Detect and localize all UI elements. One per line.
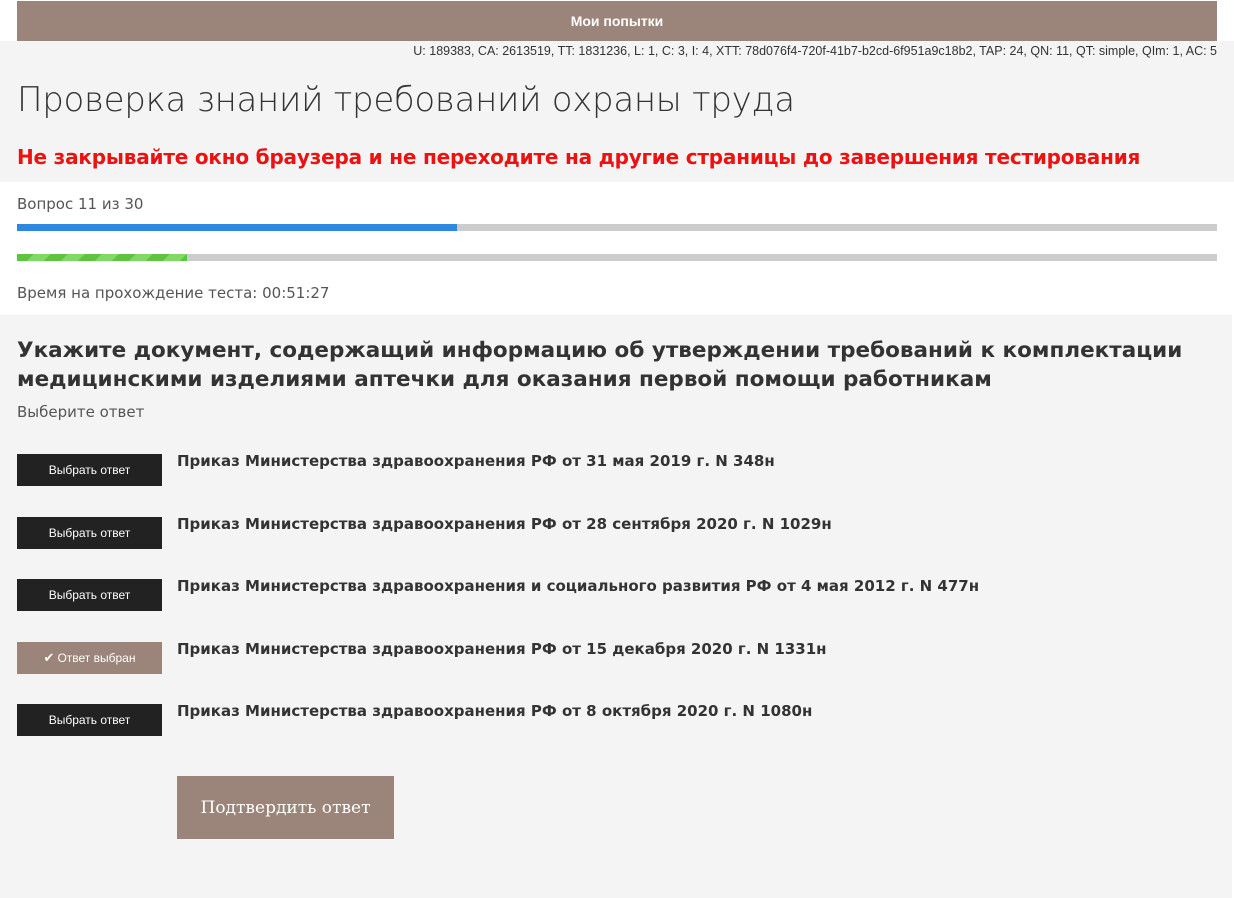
answer-button-label: Выбрать ответ — [48, 526, 131, 540]
answer-button-label: Выбрать ответ — [48, 713, 131, 727]
answer-text: Приказ Министерства здравоохранения РФ о… — [177, 702, 813, 720]
confirm-answer-button[interactable]: Подтвердить ответ — [177, 776, 394, 839]
answer-option: Выбрать ответ Приказ Министерства здраво… — [17, 577, 979, 611]
select-answer-button[interactable]: Выбрать ответ — [17, 454, 162, 486]
debug-info: U: 189383, CA: 2613519, TT: 1831236, L: … — [413, 44, 1217, 58]
check-icon: ✔ — [43, 650, 55, 665]
answer-option: Выбрать ответ Приказ Министерства здраво… — [17, 702, 812, 736]
test-timer: Время на прохождение теста: 00:51:27 — [17, 284, 330, 302]
answer-text: Приказ Министерства здравоохранения РФ о… — [177, 452, 775, 470]
answer-hint: Выберите ответ — [17, 403, 145, 421]
answer-button-label: Выбрать ответ — [48, 588, 131, 602]
answer-text: Приказ Министерства здравоохранения РФ о… — [177, 515, 832, 533]
select-answer-button[interactable]: Выбрать ответ — [17, 579, 162, 611]
select-answer-button[interactable]: Выбрать ответ — [17, 517, 162, 549]
answer-option: Выбрать ответ Приказ Министерства здраво… — [17, 452, 775, 486]
warning-message: Не закрывайте окно браузера и не переход… — [17, 145, 1141, 169]
answer-text: Приказ Министерства здравоохранения и со… — [177, 577, 980, 595]
answer-option-selected: ✔ Ответ выбран Приказ Министерства здрав… — [17, 640, 827, 674]
answer-text: Приказ Министерства здравоохранения РФ о… — [177, 640, 827, 658]
select-answer-button[interactable]: Выбрать ответ — [17, 704, 162, 736]
questions-progress-fill — [17, 224, 458, 231]
my-attempts-button[interactable]: Мои попытки — [17, 1, 1217, 41]
answer-button-label: Выбрать ответ — [48, 463, 131, 477]
secondary-progress-bar — [17, 254, 1217, 261]
question-text: Укажите документ, содержащий информацию … — [17, 338, 1183, 392]
answer-selected-button[interactable]: ✔ Ответ выбран — [17, 642, 162, 674]
questions-progress-bar — [17, 224, 1217, 231]
answer-option: Выбрать ответ Приказ Министерства здраво… — [17, 515, 832, 549]
secondary-progress-fill — [17, 254, 188, 261]
page-title: Проверка знаний требований охраны труда — [17, 80, 795, 120]
question-counter: Вопрос 11 из 30 — [17, 195, 144, 213]
answer-button-label: Ответ выбран — [57, 651, 136, 665]
